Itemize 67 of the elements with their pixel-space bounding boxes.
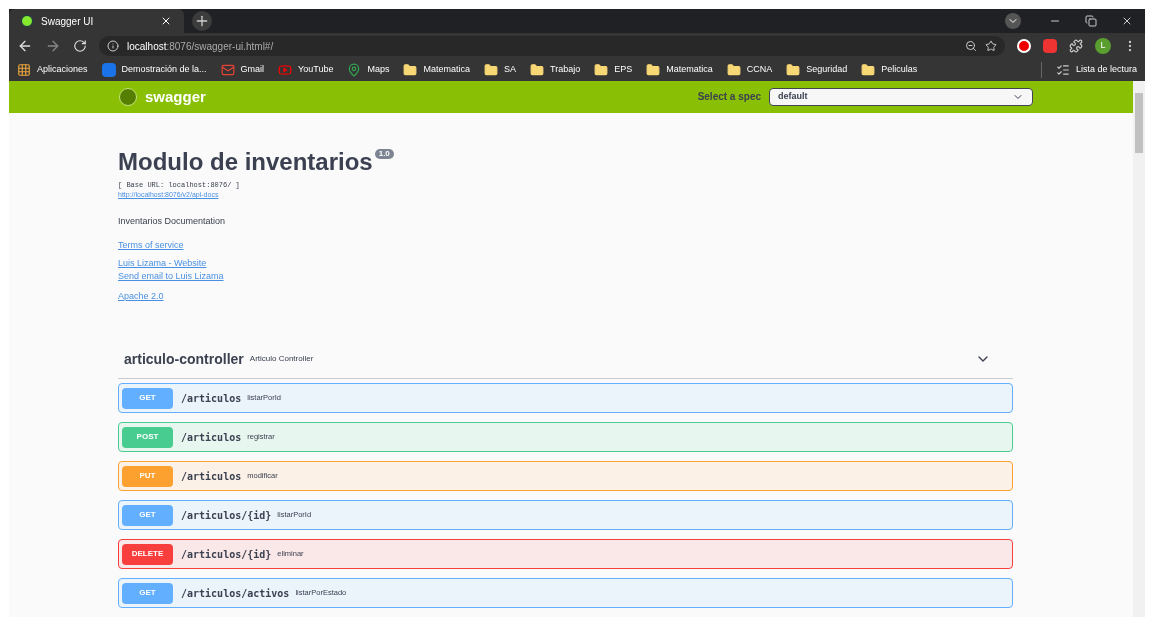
bookmark[interactable]: Gmail bbox=[220, 63, 265, 77]
method-badge: GET bbox=[122, 387, 173, 409]
folder-icon bbox=[530, 63, 545, 77]
bookmark[interactable]: CCNA bbox=[726, 63, 773, 77]
restore-icon[interactable] bbox=[1085, 15, 1097, 27]
bookmark[interactable]: Peliculas bbox=[861, 63, 918, 77]
operation-path: /articulos bbox=[181, 391, 242, 406]
mail-icon bbox=[220, 63, 235, 77]
spec-select[interactable]: default bbox=[769, 87, 1033, 106]
method-badge: GET bbox=[122, 504, 173, 526]
zoom-icon[interactable] bbox=[965, 40, 977, 52]
api-description: Inventarios Documentation bbox=[118, 214, 227, 228]
reading-list-icon bbox=[1055, 63, 1070, 77]
play-icon bbox=[278, 63, 293, 77]
bookmark[interactable]: Aplicaciones bbox=[17, 63, 88, 77]
bookmark[interactable]: Demostración de la... bbox=[101, 63, 207, 77]
swagger-favicon-icon bbox=[21, 15, 33, 27]
section-title[interactable]: articulo-controller bbox=[124, 348, 244, 370]
scrollbar[interactable] bbox=[1133, 81, 1145, 617]
close-tab-icon[interactable] bbox=[160, 15, 172, 27]
folder-icon bbox=[646, 63, 661, 77]
folder-icon bbox=[403, 63, 418, 77]
bookmark[interactable]: SA bbox=[484, 63, 517, 77]
bookmark[interactable]: Matematica bbox=[646, 63, 713, 77]
tile-icon bbox=[101, 63, 116, 77]
bookmark[interactable]: YouTube bbox=[278, 63, 334, 77]
apps-grid-icon bbox=[17, 63, 31, 77]
url-text: localhost:8076/swagger-ui.html#/ bbox=[127, 39, 275, 54]
close-window-icon[interactable] bbox=[1121, 15, 1133, 27]
reading-list-button[interactable]: Lista de lectura bbox=[1055, 63, 1137, 77]
extensions-icon[interactable] bbox=[1069, 39, 1083, 53]
spec-label: Select a spec bbox=[697, 90, 761, 105]
operation-path: /articulos bbox=[181, 469, 242, 484]
address-bar[interactable]: localhost:8076/swagger-ui.html#/ bbox=[99, 36, 1005, 56]
bookmark[interactable]: Trabajo bbox=[530, 63, 581, 77]
bookmark[interactable]: EPS bbox=[594, 63, 633, 77]
star-icon[interactable] bbox=[985, 40, 997, 52]
folder-icon bbox=[786, 63, 801, 77]
operation-path: /articulos/{id} bbox=[181, 508, 272, 523]
api-title: Modulo de inventarios bbox=[118, 147, 373, 176]
method-badge: GET bbox=[122, 582, 173, 604]
folder-icon bbox=[484, 63, 498, 77]
bookmark[interactable]: Seguridad bbox=[786, 63, 848, 77]
swagger-logo-text: swagger bbox=[145, 86, 206, 107]
tab-title: Swagger UI bbox=[41, 14, 95, 29]
tab-search-icon[interactable] bbox=[1005, 13, 1021, 29]
map-pin-icon bbox=[347, 63, 362, 77]
reload-icon[interactable] bbox=[73, 39, 87, 53]
version-badge: 1.0 bbox=[374, 148, 394, 159]
method-badge: DELETE bbox=[122, 543, 173, 565]
bookmark[interactable]: Matematica bbox=[403, 63, 470, 77]
info-icon bbox=[107, 40, 119, 52]
browser-tab[interactable]: Swagger UI bbox=[9, 9, 184, 33]
new-tab-icon[interactable] bbox=[192, 11, 212, 31]
folder-icon bbox=[594, 63, 609, 77]
back-icon[interactable] bbox=[17, 38, 33, 54]
operation-path: /articulos/{id} bbox=[181, 547, 272, 562]
folder-icon bbox=[861, 63, 876, 77]
forward-icon[interactable] bbox=[45, 38, 61, 54]
operation-path: /articulos bbox=[181, 430, 242, 445]
method-badge: PUT bbox=[122, 465, 173, 487]
swagger-logo-icon bbox=[119, 87, 137, 106]
operation-path: /articulos/activos bbox=[181, 586, 290, 601]
bookmark[interactable]: Maps bbox=[347, 63, 390, 77]
section-description: Articulo Controller bbox=[249, 353, 315, 365]
method-badge: POST bbox=[122, 426, 173, 448]
folder-icon bbox=[726, 63, 741, 77]
